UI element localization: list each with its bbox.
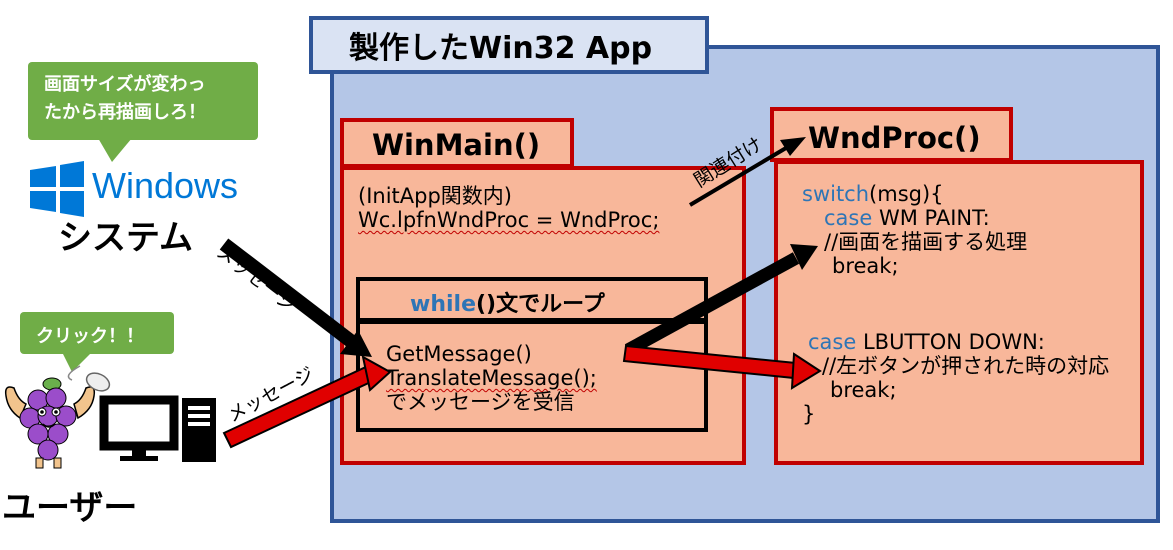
system-message-arrow xyxy=(219,238,372,357)
lbutton-dispatch-arrow xyxy=(622,344,822,390)
system-bubble-tail xyxy=(98,138,132,162)
association-arrow xyxy=(688,137,806,207)
paint-dispatch-arrow xyxy=(624,244,818,356)
windows-logo-icon xyxy=(30,161,84,217)
user-message-arrow xyxy=(222,355,392,449)
user-bubble-tail xyxy=(62,352,92,372)
monitor-icon xyxy=(99,395,179,461)
grape-mascot-icon xyxy=(4,377,96,469)
diagram-graphics xyxy=(4,137,822,469)
pc-tower-icon xyxy=(182,398,216,462)
